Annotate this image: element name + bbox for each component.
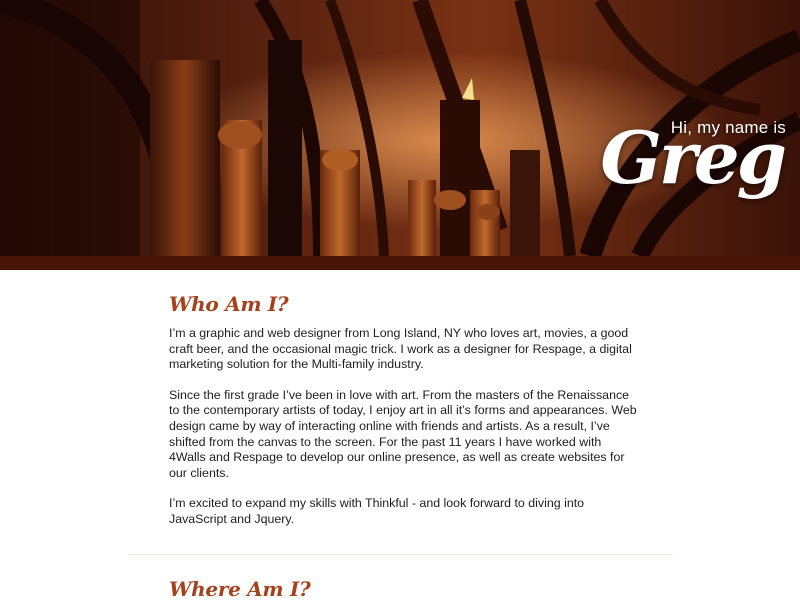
hero-bottom-band bbox=[0, 256, 800, 270]
about-paragraph: I’m excited to expand my skills with Thi… bbox=[169, 496, 585, 526]
hero-name: Greg bbox=[600, 115, 787, 200]
about-section: Who Am I? I’m a graphic and web designer… bbox=[169, 270, 639, 528]
about-title: Who Am I? bbox=[169, 292, 289, 316]
hero-banner: Hi, my name is Greg bbox=[0, 0, 800, 270]
main-content: Who Am I? I’m a graphic and web designer… bbox=[0, 270, 800, 600]
about-paragraph: Since the first grade I’ve been in love … bbox=[169, 387, 637, 480]
about-paragraph: I’m a graphic and web designer from Long… bbox=[169, 326, 632, 372]
where-section: Where Am I? bbox=[169, 555, 639, 600]
where-title: Where Am I? bbox=[169, 576, 311, 600]
